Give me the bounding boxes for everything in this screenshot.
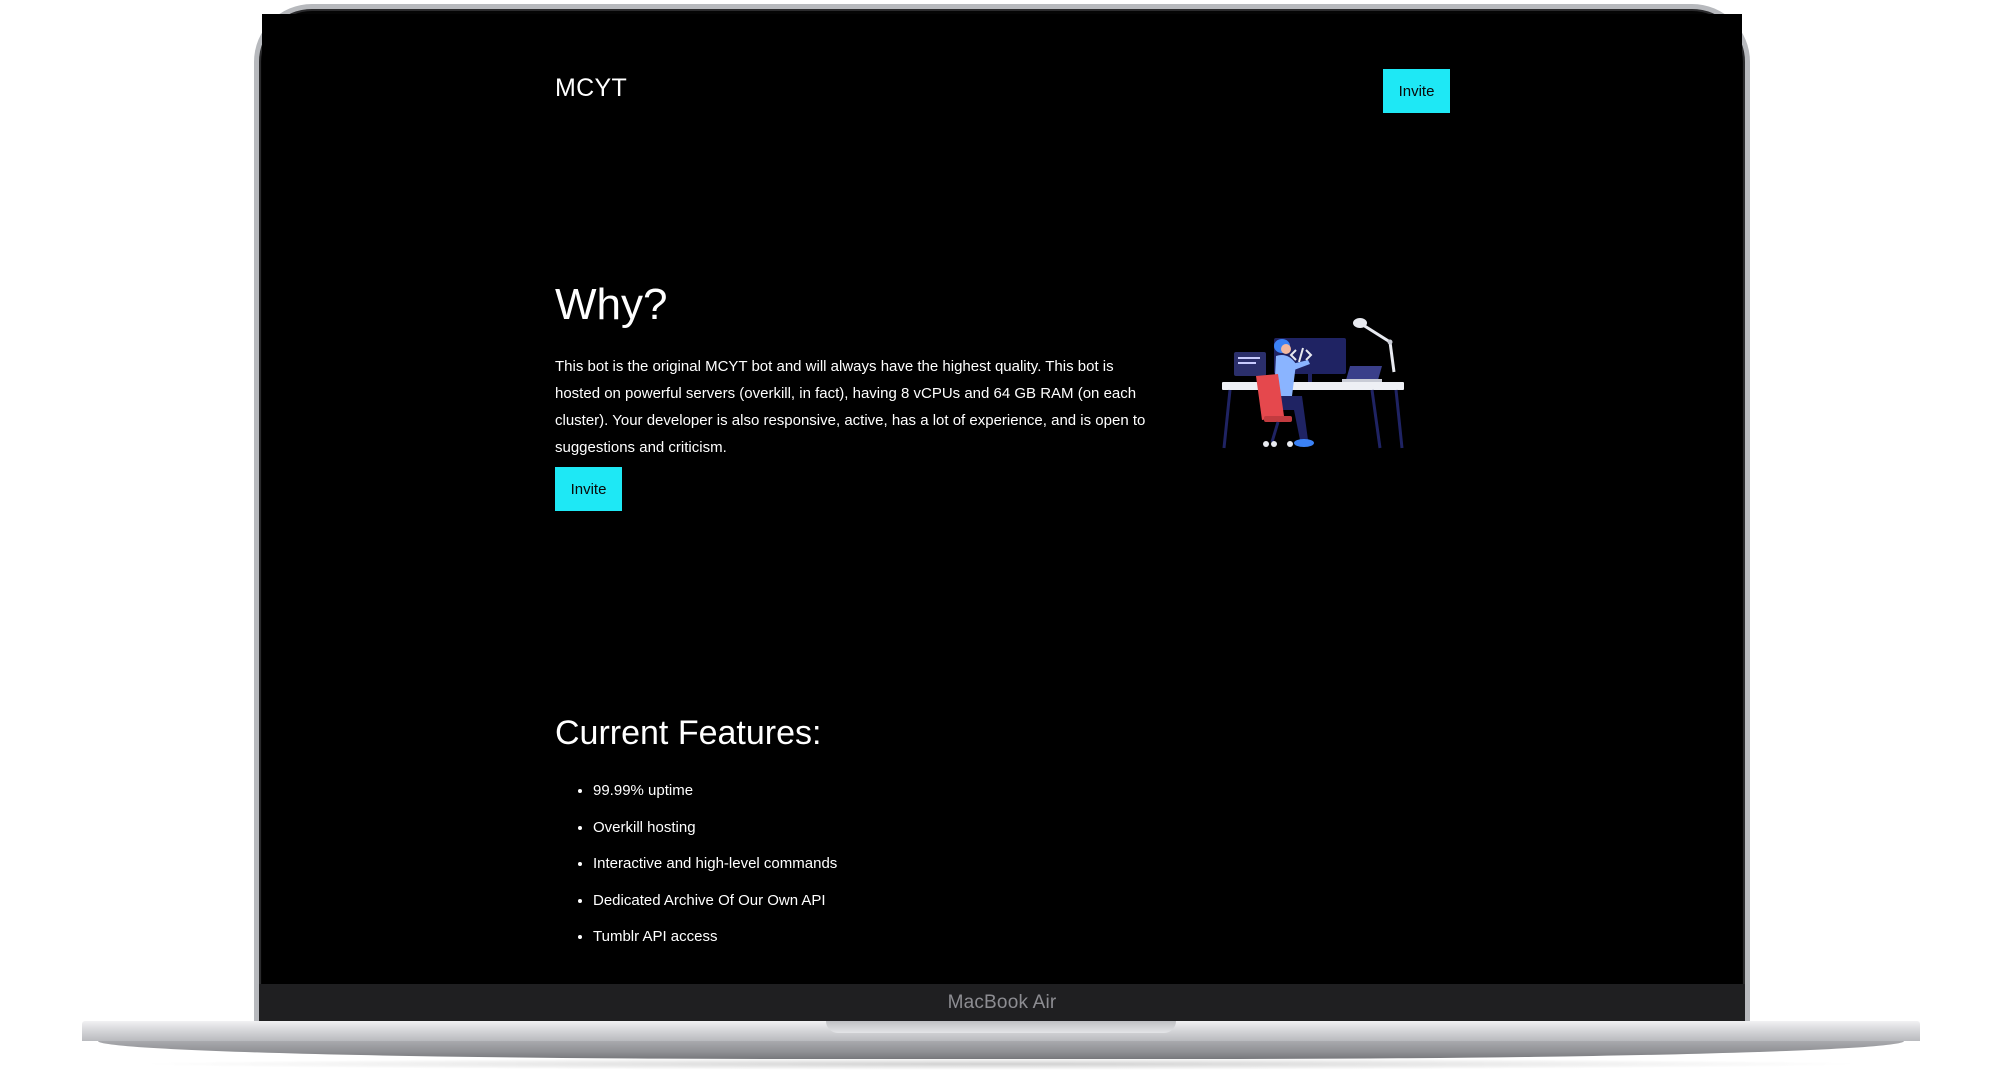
feature-item-commands: Interactive and high-level commands [593, 853, 837, 890]
desk-icon [1222, 382, 1404, 449]
desk-lamp-icon [1353, 318, 1396, 373]
feature-item-tumblr-api: Tumblr API access [593, 926, 837, 963]
header-invite-button[interactable]: Invite [1383, 69, 1450, 113]
feature-item-ao3-api: Dedicated Archive Of Our Own API [593, 890, 837, 927]
feature-item-hosting: Overkill hosting [593, 817, 837, 854]
why-heading: Why? [555, 280, 668, 329]
features-list: 99.99% uptime Overkill hosting Interacti… [555, 780, 837, 963]
feature-item-uptime: 99.99% uptime [593, 780, 837, 817]
why-description: This bot is the original MCYT bot and wi… [555, 358, 1146, 456]
why-invite-button[interactable]: Invite [555, 467, 622, 511]
laptop-screen: MCYT Invite Why? This bot is the origina… [262, 14, 1742, 984]
features-heading: Current Features: [555, 714, 822, 752]
laptop-base-lip [98, 1041, 1904, 1059]
laptop-opening-notch [826, 1021, 1176, 1033]
device-label: MacBook Air [947, 992, 1057, 1013]
laptop-bezel: MacBook Air [259, 984, 1745, 1024]
site-logo[interactable]: MCYT [555, 74, 627, 103]
developer-at-desk-illustration [1222, 318, 1404, 449]
laptop-shadow [130, 1058, 1870, 1070]
laptop-on-desk-icon [1342, 366, 1382, 382]
